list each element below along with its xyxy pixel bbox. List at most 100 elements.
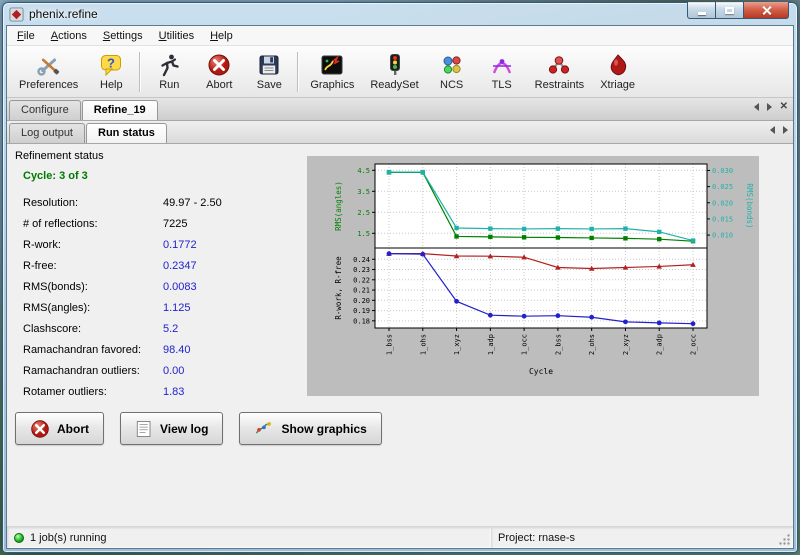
subtab-scroll-left-icon[interactable]: [770, 126, 775, 134]
tab-scroll-right-icon[interactable]: [767, 103, 772, 111]
close-icon: [761, 5, 772, 16]
stat-value: 0.00: [163, 365, 184, 377]
svg-text:1_ohs: 1_ohs: [419, 334, 427, 355]
maximize-button[interactable]: [716, 2, 744, 19]
svg-text:2_adp: 2_adp: [656, 334, 664, 355]
stat-row: # of reflections:7225: [23, 213, 293, 234]
stat-label: # of reflections:: [23, 218, 163, 230]
svg-text:3.5: 3.5: [357, 188, 370, 196]
svg-text:1_occ: 1_occ: [521, 334, 529, 355]
refinement-chart: 1.52.53.54.5RMS(angles)0.0100.0150.0200.…: [307, 156, 759, 396]
log-page-icon: [135, 420, 153, 438]
abort-icon: [207, 51, 231, 79]
toolbar-button-run[interactable]: Run: [144, 49, 194, 95]
svg-text:?: ?: [107, 56, 115, 71]
subtab-run-status[interactable]: Run status: [86, 123, 167, 143]
tab-refine-19[interactable]: Refine_19: [82, 100, 158, 120]
toolbar-separator: [139, 52, 141, 92]
abort-icon: [30, 419, 50, 439]
stat-label: Ramachandran favored:: [23, 344, 163, 356]
svg-text:0.22: 0.22: [353, 276, 370, 284]
stat-value: 7225: [163, 218, 187, 230]
stat-row: Resolution:49.97 - 2.50: [23, 192, 293, 213]
svg-text:RMS(bonds): RMS(bonds): [745, 183, 754, 228]
abort-button-label: Abort: [57, 422, 89, 436]
menu-utilities[interactable]: Utilities: [151, 27, 202, 45]
stat-value: 5.2: [163, 323, 178, 335]
subtab-log-output[interactable]: Log output: [9, 123, 85, 143]
toolbar-button-tls[interactable]: TLS: [477, 49, 527, 95]
stat-value: 49.97 - 2.50: [163, 197, 222, 209]
svg-text:Cycle: Cycle: [529, 367, 553, 376]
chart-panel: 1.52.53.54.5RMS(angles)0.0100.0150.0200.…: [307, 156, 759, 396]
toolbar-button-abort[interactable]: Abort: [194, 49, 244, 95]
tab-scroll-left-icon[interactable]: [754, 103, 759, 111]
project-status-panel: Project: rnase-s: [491, 527, 793, 548]
menu-help[interactable]: Help: [202, 27, 241, 45]
stat-label: Ramachandran outliers:: [23, 365, 163, 377]
app-window: phenix.refine File Actions Settings Util…: [2, 2, 798, 553]
svg-text:0.23: 0.23: [353, 266, 370, 274]
svg-text:2.5: 2.5: [357, 209, 370, 217]
stat-label: R-work:: [23, 239, 163, 251]
statistics-list: Resolution:49.97 - 2.50 # of reflections…: [23, 192, 293, 402]
svg-text:4.5: 4.5: [357, 167, 370, 175]
toolbar-button-ncs[interactable]: NCS: [427, 49, 477, 95]
window-body: File Actions Settings Utilities Help Pre…: [6, 25, 794, 549]
stat-value: 1.125: [163, 302, 191, 314]
graphics-icon: [320, 51, 344, 79]
svg-text:2_bss: 2_bss: [554, 334, 562, 355]
view-log-button[interactable]: View log: [120, 412, 223, 445]
maximize-icon: [725, 7, 734, 14]
stat-label: Rotamer outliers:: [23, 386, 163, 398]
toolbar-button-readyset[interactable]: ReadySet: [362, 49, 426, 95]
svg-text:1_adp: 1_adp: [487, 334, 495, 355]
show-graphics-button[interactable]: Show graphics: [239, 412, 381, 445]
toolbar-button-xtriage[interactable]: Xtriage: [592, 49, 643, 95]
tab-configure[interactable]: Configure: [9, 100, 81, 120]
toolbar-button-help[interactable]: ? Help: [86, 49, 136, 95]
tab-close-icon[interactable]: ✕: [780, 103, 788, 111]
stat-value: 98.40: [163, 344, 191, 356]
toolbar-button-preferences[interactable]: Preferences: [11, 49, 86, 95]
stat-label: RMS(angles):: [23, 302, 163, 314]
titlebar[interactable]: phenix.refine: [3, 3, 797, 25]
main-tabbar: Configure Refine_19 ✕: [7, 98, 793, 121]
svg-text:0.025: 0.025: [712, 183, 733, 191]
stat-value: 1.83: [163, 386, 184, 398]
stat-row: Ramachandran favored:98.40: [23, 339, 293, 360]
job-status-text: 1 job(s) running: [30, 532, 106, 544]
close-button[interactable]: [744, 2, 789, 19]
run-icon: [157, 51, 181, 79]
window-title: phenix.refine: [29, 7, 98, 21]
statusbar: 1 job(s) running Project: rnase-s: [7, 526, 793, 548]
svg-text:RMS(angles): RMS(angles): [334, 181, 343, 231]
svg-text:0.020: 0.020: [712, 199, 733, 207]
toolbar-button-save[interactable]: Save: [244, 49, 294, 95]
menu-settings[interactable]: Settings: [95, 27, 151, 45]
resize-grip[interactable]: [778, 533, 791, 546]
save-icon: [257, 51, 281, 79]
svg-text:1_bss: 1_bss: [386, 334, 394, 355]
project-label: Project: rnase-s: [498, 532, 575, 544]
readyset-icon: [383, 51, 407, 79]
menu-actions[interactable]: Actions: [43, 27, 95, 45]
svg-text:0.20: 0.20: [353, 297, 370, 305]
svg-text:0.030: 0.030: [712, 167, 733, 175]
stat-row: Clashscore:5.2: [23, 318, 293, 339]
subtab-scroll-right-icon[interactable]: [783, 126, 788, 134]
svg-text:0.010: 0.010: [712, 232, 733, 240]
svg-text:0.21: 0.21: [353, 287, 370, 295]
menu-file[interactable]: File: [9, 27, 43, 45]
svg-text:0.24: 0.24: [353, 256, 370, 264]
abort-button[interactable]: Abort: [15, 412, 104, 445]
toolbar-button-graphics[interactable]: Graphics: [302, 49, 362, 95]
svg-text:0.015: 0.015: [712, 215, 733, 223]
svg-text:1_xyz: 1_xyz: [453, 334, 461, 355]
preferences-tools-icon: [37, 51, 61, 79]
minimize-icon: [698, 12, 706, 15]
toolbar-button-restraints[interactable]: Restraints: [527, 49, 593, 95]
minimize-button[interactable]: [687, 2, 716, 19]
svg-text:2_ohs: 2_ohs: [588, 334, 596, 355]
stat-row: R-free:0.2347: [23, 255, 293, 276]
